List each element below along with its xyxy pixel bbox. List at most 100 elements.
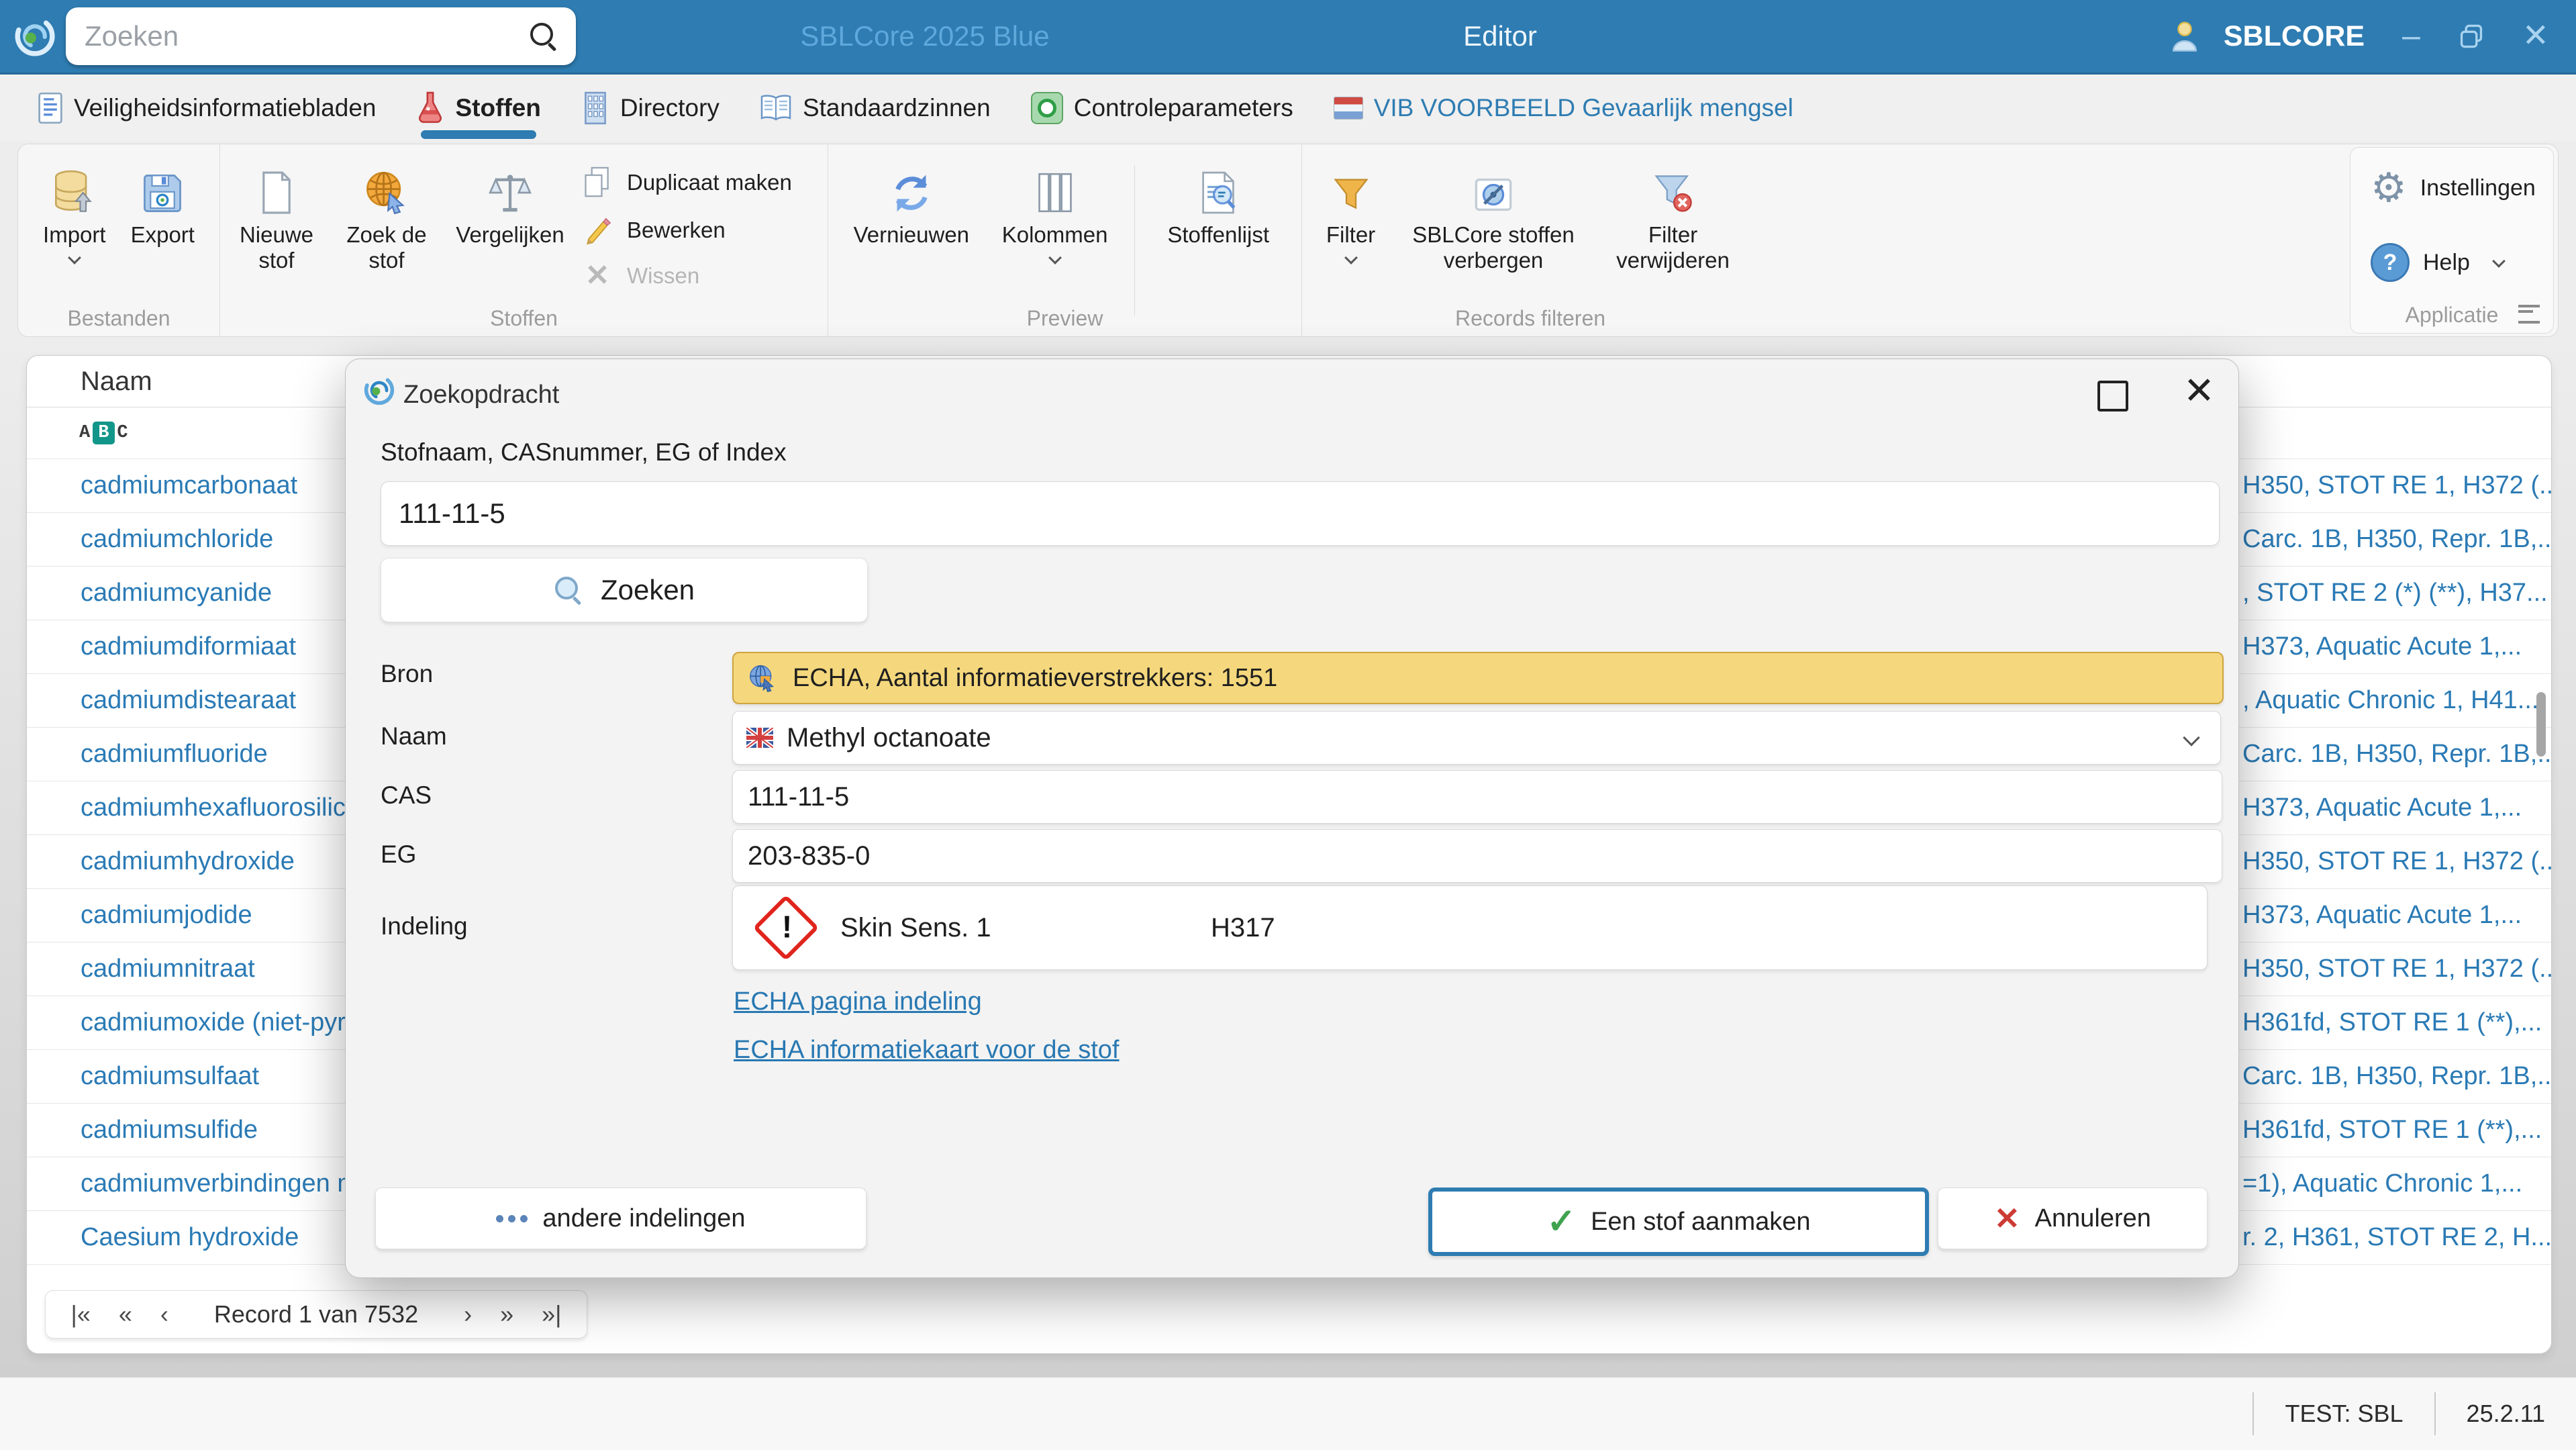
tab-controleparameters[interactable]: Controleparameters [1011,75,1314,141]
wissen-button[interactable]: ✕ Wissen [580,261,822,291]
classification-cell: Carc. 1B, H350, Repr. 1B,... [2242,525,2552,553]
funnel-remove-icon [1654,175,1692,212]
pencil-icon [587,218,611,245]
ribbon-group-stoffen: Nieuwe stof Zoek de stof Vergelijken Dup… [220,144,828,336]
eg-value[interactable]: 203-835-0 [732,829,2222,883]
zoekopdracht-dialog: Zoekopdracht ✕ Stofnaam, CASnummer, EG o… [345,358,2239,1278]
classification-cell: H361fd, STOT RE 1 (**),... [2242,1008,2542,1036]
substance-search-input[interactable]: 111-11-5 [381,481,2220,546]
classification-cell: H373, Aquatic Acute 1,... [2242,793,2522,822]
classification-column: H350, STOT RE 1, H372 (... Carc. 1B, H35… [2242,458,2552,1264]
close-button[interactable]: ✕ [2522,20,2549,52]
abc-filter-icon: ABC [79,422,129,444]
building-icon [585,91,606,124]
tab-stoffen[interactable]: Stoffen [396,75,560,141]
dialog-title: Zoekopdracht [403,381,560,409]
classification-cell: Carc. 1B, H350, Repr. 1B,... [2242,740,2552,768]
tab-veiligheidsinformatiebladen[interactable]: Veiligheidsinformatiebladen [17,75,396,141]
check-icon: ✓ [1546,1202,1577,1241]
database-import-icon [54,170,92,212]
environment-label: TEST: SBL [2285,1400,2404,1427]
vertical-scrollbar[interactable] [2536,692,2546,757]
gear-icon: ⚙ [2371,165,2407,210]
indeling-label: Indeling [381,912,468,940]
dialog-maximize-button[interactable] [2097,381,2128,412]
classification-cell: H350, STOT RE 1, H372 (... [2242,847,2552,875]
global-search-input[interactable]: Zoeken [66,7,576,65]
chevron-down-icon [67,251,81,264]
nav-first-button[interactable]: |« [70,1300,90,1328]
new-document-icon [262,171,291,214]
nav-prev-button[interactable]: ‹ [160,1300,168,1328]
search-icon[interactable] [529,21,558,51]
status-bar: TEST: SBL 25.2.11 [0,1376,2576,1450]
nl-flag-icon [1333,96,1363,119]
classification-cell: H373, Aquatic Acute 1,... [2242,632,2522,661]
nav-fast-next-button[interactable]: » [500,1300,513,1328]
app-logo-icon [15,16,55,56]
app-title: SBLCore 2025 Blue [800,20,1050,52]
help-button[interactable]: ? Help [2371,243,2553,282]
cas-label: CAS [381,781,432,809]
window-title: Editor [1463,20,1537,52]
classification-text: Skin Sens. 1 [840,912,991,942]
group-menu-icon[interactable] [2518,305,2540,324]
bewerken-button[interactable]: Bewerken [580,215,822,245]
record-count-label: Record 1 van 7532 [213,1300,419,1328]
group-separator [1134,165,1136,316]
annuleren-button[interactable]: ✕ Annuleren [1938,1188,2208,1249]
echa-indeling-link[interactable]: ECHA pagina indeling [734,987,982,1016]
tab-standaardzinnen[interactable]: Standaardzinnen [740,75,1011,141]
ribbon: Import Export Bestanden Nieuwe stof Zoek… [17,144,2559,337]
duplicaat-maken-button[interactable]: Duplicaat maken [580,166,822,199]
naam-dropdown[interactable]: Methyl octanoate [732,711,2221,765]
cancel-x-icon: ✕ [1994,1201,2020,1236]
classification-cell: r. 2, H361, STOT RE 2, H... [2242,1223,2552,1251]
instellingen-button[interactable]: ⚙ Instellingen [2371,168,2553,208]
tab-directory[interactable]: Directory [561,75,740,141]
document-list-icon [38,92,62,124]
chevron-down-icon [1048,251,1062,264]
version-label: 25.2.11 [2466,1400,2545,1427]
chevron-down-icon [2492,254,2506,268]
naam-label: Naam [381,722,447,750]
een-stof-aanmaken-button[interactable]: ✓ Een stof aanmaken [1428,1188,1929,1256]
chevron-down-icon [1344,251,1358,264]
floppy-export-icon [144,175,182,212]
parameters-icon [1030,91,1063,124]
user-icon[interactable] [2169,20,2201,52]
classification-cell: H350, STOT RE 1, H372 (... [2242,471,2552,499]
dialog-close-button[interactable]: ✕ [2183,369,2215,413]
duplicate-icon [585,166,609,197]
nav-last-button[interactable]: »| [542,1300,561,1328]
window-controls: SBLCORE – ✕ [2169,0,2549,72]
flask-icon [419,91,442,123]
bron-label: Bron [381,660,434,687]
refresh-icon [895,175,928,212]
andere-indelingen-button[interactable]: andere indelingen [375,1188,866,1249]
echa-informatiekaart-link[interactable]: ECHA informatiekaart voor de stof [734,1036,1119,1065]
group-label-preview: Preview [1026,306,1103,330]
classification-cell: , Aquatic Chronic 1, H41... [2242,686,2539,714]
indeling-value: ! Skin Sens. 1 H317 [732,885,2208,970]
restore-button[interactable] [2458,23,2485,50]
group-label-bestanden: Bestanden [67,306,170,330]
ribbon-band: Import Export Bestanden Nieuwe stof Zoek… [0,141,2576,340]
bron-value[interactable]: ECHA, Aantal informatieverstrekkers: 155… [732,652,2224,704]
account-label[interactable]: SBLCORE [2224,20,2365,53]
minimize-button[interactable]: – [2402,20,2420,52]
nav-fast-prev-button[interactable]: « [119,1300,132,1328]
titlebar: Zoeken SBLCore 2025 Blue Editor SBLCORE … [0,0,2576,75]
dialog-search-button[interactable]: Zoeken [381,558,868,622]
chevron-down-icon [2183,729,2200,746]
ribbon-group-bestanden: Import Export Bestanden [18,144,220,336]
scales-icon [489,175,532,212]
nav-next-button[interactable]: › [464,1300,472,1328]
tab-vib-voorbeeld[interactable]: VIB VOORBEELD Gevaarlijk mengsel [1314,75,1814,141]
cas-value[interactable]: 111-11-5 [732,770,2222,824]
hide-eye-icon [1475,179,1512,211]
classification-cell: , STOT RE 2 (*) (**), H37... [2242,579,2548,607]
ribbon-group-preview: Vernieuwen Kolommen Stoffenlijst Preview [828,144,1302,336]
ribbon-group-applicatie: ⚙ Instellingen ? Help Applicatie [2350,147,2554,334]
eg-label: EG [381,840,417,868]
